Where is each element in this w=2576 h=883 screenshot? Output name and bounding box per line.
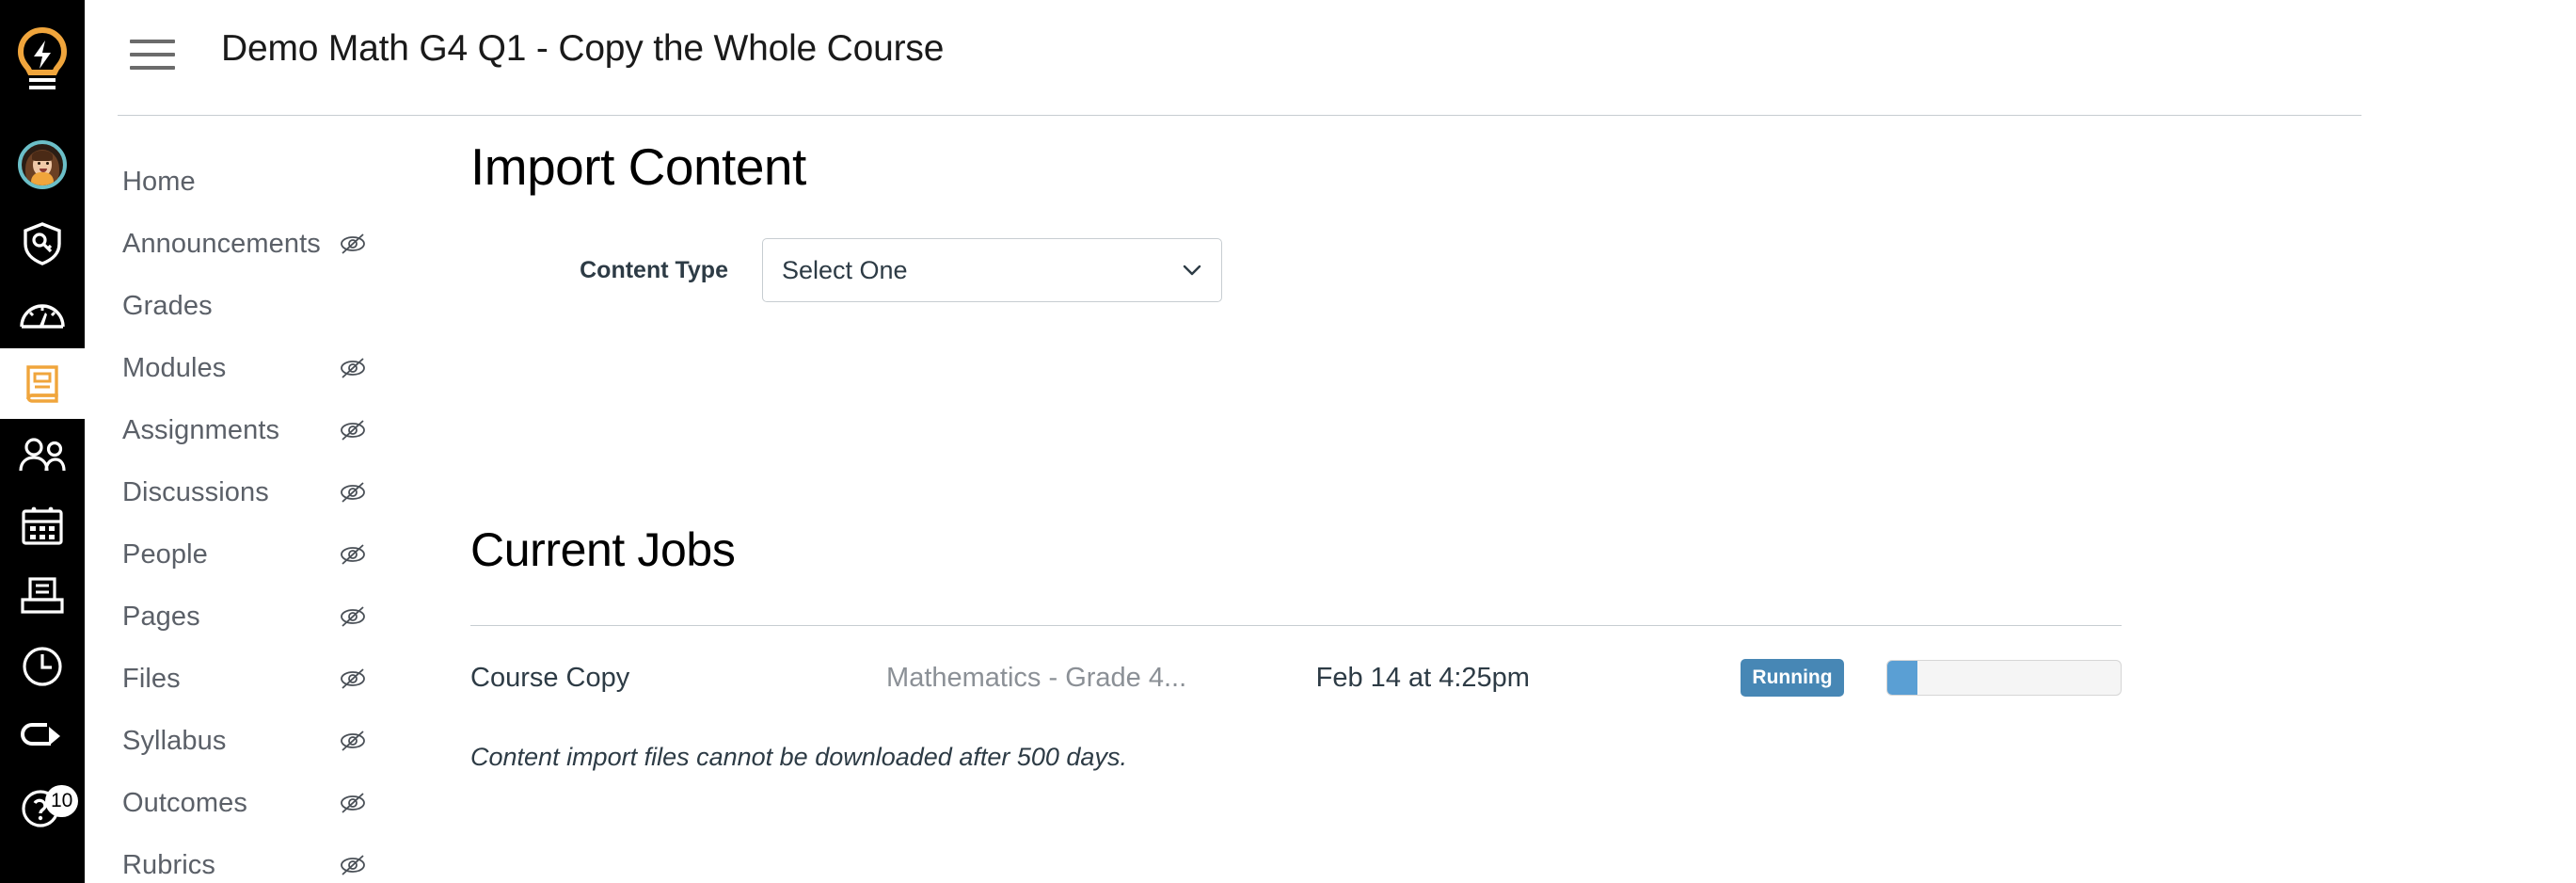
current-jobs-heading: Current Jobs bbox=[470, 523, 736, 576]
import-content-heading: Import Content bbox=[470, 137, 806, 196]
eye-slash-icon bbox=[339, 727, 367, 755]
calendar-nav-button[interactable] bbox=[0, 490, 85, 560]
eye-slash-icon bbox=[339, 416, 367, 444]
progress-bar bbox=[1886, 660, 2122, 696]
groups-nav-button[interactable] bbox=[0, 419, 85, 490]
progress-bar-fill bbox=[1887, 661, 1918, 695]
course-nav-item-pages[interactable]: Pages bbox=[122, 586, 414, 648]
eye-slash-icon bbox=[339, 230, 367, 258]
course-nav-item-people[interactable]: People bbox=[122, 523, 414, 586]
jobs-note: Content import files cannot be downloade… bbox=[470, 743, 1127, 771]
eye-slash-icon bbox=[339, 602, 367, 631]
inbox-tray-icon bbox=[19, 575, 66, 617]
help-badge-count: 10 bbox=[45, 785, 79, 817]
course-nav-label: Rubrics bbox=[122, 849, 215, 880]
eye-slash-icon bbox=[339, 665, 367, 693]
course-nav-label: People bbox=[122, 538, 208, 570]
course-nav-label: Pages bbox=[122, 601, 200, 632]
course-nav-label: Home bbox=[122, 166, 196, 197]
job-type: Course Copy bbox=[470, 662, 630, 693]
eye-slash-icon bbox=[339, 478, 367, 506]
dashboard-nav-button[interactable] bbox=[0, 278, 85, 348]
lightbulb-icon bbox=[15, 27, 70, 95]
course-nav-label: Assignments bbox=[122, 414, 280, 445]
canvas-import-content-page: 10 Demo Math G4 Q1 - Copy the Whole Cour… bbox=[0, 0, 2576, 883]
course-nav-label: Discussions bbox=[122, 476, 269, 507]
content-type-label: Content Type bbox=[580, 256, 728, 283]
account-avatar-button[interactable] bbox=[0, 122, 85, 207]
course-nav-item-files[interactable]: Files bbox=[122, 648, 414, 710]
page-header: Demo Math G4 Q1 - Copy the Whole Course bbox=[85, 0, 2576, 116]
commons-nav-button[interactable] bbox=[0, 701, 85, 772]
global-navigation-rail: 10 bbox=[0, 0, 85, 883]
header-divider bbox=[118, 115, 2361, 116]
inbox-nav-button[interactable] bbox=[0, 560, 85, 631]
job-progress bbox=[1851, 660, 2122, 696]
course-nav-label: Syllabus bbox=[122, 725, 227, 756]
course-nav-label: Files bbox=[122, 663, 181, 694]
history-nav-button[interactable] bbox=[0, 631, 85, 701]
course-nav-item-outcomes[interactable]: Outcomes bbox=[122, 772, 414, 834]
course-nav-label: Announcements bbox=[122, 228, 321, 259]
speedometer-icon bbox=[19, 296, 66, 331]
hamburger-menu-icon[interactable] bbox=[130, 36, 175, 73]
arrow-export-icon bbox=[19, 719, 66, 755]
course-nav-item-rubrics[interactable]: Rubrics bbox=[122, 834, 414, 883]
admin-nav-button[interactable] bbox=[0, 207, 85, 278]
people-icon bbox=[17, 436, 68, 474]
courses-nav-button[interactable] bbox=[0, 348, 85, 419]
job-source: Mathematics - Grade 4... bbox=[886, 662, 1187, 693]
help-nav-button[interactable]: 10 bbox=[0, 772, 85, 843]
avatar bbox=[18, 140, 67, 189]
job-date: Feb 14 at 4:25pm bbox=[1315, 662, 1530, 693]
content-type-select[interactable]: Select One bbox=[762, 238, 1222, 302]
course-nav-label: Grades bbox=[122, 290, 213, 321]
book-icon bbox=[20, 361, 65, 407]
main-content: Import Content Content Type Select One C… bbox=[470, 141, 2446, 772]
course-nav-item-modules[interactable]: Modules bbox=[122, 337, 414, 399]
course-nav-label: Outcomes bbox=[122, 787, 247, 818]
course-nav-item-grades[interactable]: Grades bbox=[122, 275, 414, 337]
table-row[interactable]: Course Copy Mathematics - Grade 4... Feb… bbox=[470, 626, 2122, 720]
course-nav-item-discussions[interactable]: Discussions bbox=[122, 461, 414, 523]
content-type-selected-value: Select One bbox=[782, 255, 908, 284]
current-jobs-table: Course Copy Mathematics - Grade 4... Feb… bbox=[470, 625, 2122, 720]
eye-slash-icon bbox=[339, 851, 367, 879]
course-nav-item-assignments[interactable]: Assignments bbox=[122, 399, 414, 461]
canvas-logo-button[interactable] bbox=[0, 0, 85, 122]
course-nav-item-home[interactable]: Home bbox=[122, 151, 414, 213]
content-type-row: Content Type Select One bbox=[470, 238, 2446, 302]
eye-slash-icon bbox=[339, 354, 367, 382]
course-nav-item-syllabus[interactable]: Syllabus bbox=[122, 710, 414, 772]
job-status: Running bbox=[1741, 659, 1851, 697]
page-title: Demo Math G4 Q1 - Copy the Whole Course bbox=[221, 28, 945, 69]
course-navigation: Home Announcements Grades Modules Assign… bbox=[122, 151, 414, 883]
eye-slash-icon bbox=[339, 789, 367, 817]
calendar-icon bbox=[20, 505, 65, 546]
chevron-down-icon bbox=[1180, 258, 1204, 282]
course-nav-item-announcements[interactable]: Announcements bbox=[122, 213, 414, 275]
course-nav-label: Modules bbox=[122, 352, 227, 383]
eye-slash-icon bbox=[339, 540, 367, 569]
status-badge: Running bbox=[1741, 659, 1844, 697]
clock-icon bbox=[21, 645, 64, 688]
shield-key-icon bbox=[20, 220, 65, 265]
